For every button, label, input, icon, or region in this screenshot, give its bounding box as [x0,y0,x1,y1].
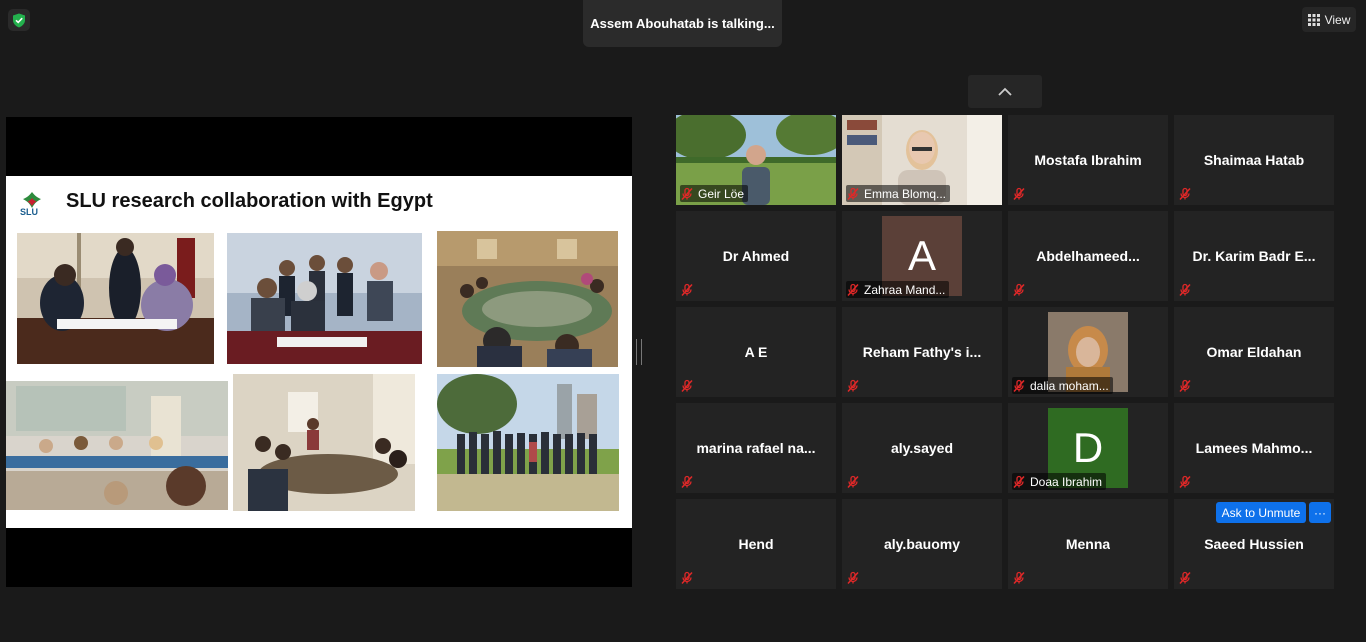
muted-mic-icon [846,379,860,393]
encryption-shield-icon[interactable] [8,9,30,31]
muted-mic-icon [680,475,694,489]
participant-label: Zahraa Mand... [864,282,946,297]
participant-name: Reham Fathy's i... [862,344,982,360]
participant-mic-status: dalia moham... [1012,377,1113,394]
participant-tile[interactable]: Dr. Karim Badr E... [1174,211,1334,301]
participant-mic-status [680,569,698,586]
participant-mic-status: Geir Löe [680,185,749,202]
participant-name: Mostafa Ibrahim [1034,152,1142,168]
participant-tile[interactable]: aly.bauomy [842,499,1002,589]
participant-tile[interactable]: Shaimaa Hatab [1174,115,1334,205]
muted-mic-icon [846,571,860,585]
participant-mic-status [846,473,864,490]
participant-mic-status [846,377,864,394]
participant-name: Menna [1065,536,1111,552]
muted-mic-icon [1012,475,1026,489]
muted-mic-icon [1178,475,1192,489]
view-button-label: View [1324,12,1351,27]
view-button[interactable]: View [1302,7,1356,32]
participant-tile[interactable]: Mostafa Ibrahim [1008,115,1168,205]
participant-name: Dr Ahmed [722,248,790,264]
participant-name: Dr. Karim Badr E... [1192,248,1316,264]
participant-name: marina rafael na... [696,440,816,456]
participant-name: Omar Eldahan [1206,344,1302,360]
muted-mic-icon [1178,379,1192,393]
slide-photo-outdoor-group [437,374,619,511]
participant-name: aly.bauomy [884,536,960,552]
more-options-button[interactable]: ··· [1309,502,1331,523]
slide-photo-signing [17,233,214,364]
participant-tile[interactable]: Lamees Mahmo... [1174,403,1334,493]
participant-tile[interactable]: Omar Eldahan [1174,307,1334,397]
participant-tile[interactable]: D Doaa Ibrahim [1008,403,1168,493]
participant-mic-status [680,377,698,394]
participant-label: Emma Blomq... [864,186,947,201]
participant-label: dalia moham... [1030,378,1109,393]
participant-tile[interactable]: Hend [676,499,836,589]
muted-mic-icon [1178,187,1192,201]
slide-title: SLU research collaboration with Egypt [66,190,433,212]
participant-mic-status [680,281,698,298]
slide-photo-panel [6,381,228,510]
participant-mic-status [846,569,864,586]
muted-mic-icon [1178,571,1192,585]
participant-mic-status: Emma Blomq... [846,185,951,202]
gallery-page-up-button[interactable] [968,75,1042,108]
participant-name: Lamees Mahmo... [1195,440,1313,456]
participant-tile[interactable]: Dr Ahmed [676,211,836,301]
participant-mic-status: Zahraa Mand... [846,281,950,298]
participant-mic-status [1012,569,1030,586]
muted-mic-icon [1012,379,1026,393]
participant-mic-status [1012,281,1030,298]
slu-logo-text: SLU [20,207,38,217]
slide-photo-meeting-signing [227,233,422,364]
participant-tile[interactable]: A Zahraa Mand... [842,211,1002,301]
muted-mic-icon [1012,283,1026,297]
participant-mic-status [1178,473,1196,490]
slide-photo-conference-room [437,231,618,367]
participant-name: aly.sayed [890,440,953,456]
shared-screen[interactable]: SLU SLU research collaboration with Egyp… [6,117,632,587]
participant-mic-status [1178,281,1196,298]
muted-mic-icon [846,475,860,489]
slide-photo-roundtable [233,374,415,511]
participant-tile[interactable]: aly.sayed [842,403,1002,493]
muted-mic-icon [1012,187,1026,201]
ask-to-unmute-button[interactable]: Ask to Unmute [1216,502,1306,523]
participant-mic-status [1012,185,1030,202]
participant-tile[interactable]: A E [676,307,836,397]
participant-label: Geir Löe [698,186,745,201]
chevron-up-icon [998,87,1012,96]
muted-mic-icon [680,379,694,393]
muted-mic-icon [680,571,694,585]
muted-mic-icon [1012,571,1026,585]
participant-mic-status [1178,185,1196,202]
participant-tile[interactable]: dalia moham... [1008,307,1168,397]
participant-tile[interactable]: Abdelhameed... [1008,211,1168,301]
participant-mic-status [1178,569,1196,586]
muted-mic-icon [846,187,860,201]
participant-name: Hend [738,536,774,552]
participant-tile[interactable]: Geir Löe [676,115,836,205]
participant-tile[interactable]: Emma Blomq... [842,115,1002,205]
participant-name: Shaimaa Hatab [1203,152,1305,168]
participant-tile[interactable]: Reham Fathy's i... [842,307,1002,397]
muted-mic-icon [680,283,694,297]
participant-name: A E [744,344,768,360]
participant-name: Abdelhameed... [1036,248,1140,264]
muted-mic-icon [680,187,694,201]
active-speaker-banner: Assem Abouhatab is talking... [583,0,782,47]
active-speaker-text: Assem Abouhatab is talking... [590,16,775,31]
muted-mic-icon [1178,283,1192,297]
participant-label: Doaa Ibrahim [1030,474,1103,489]
muted-mic-icon [846,283,860,297]
grid-icon [1307,13,1320,26]
participant-mic-status [680,473,698,490]
participant-mic-status [1178,377,1196,394]
presentation-slide: SLU SLU research collaboration with Egyp… [6,176,632,528]
participant-mic-status: Doaa Ibrahim [1012,473,1107,490]
participant-tile[interactable]: marina rafael na... [676,403,836,493]
participant-tile[interactable]: Menna [1008,499,1168,589]
panel-resize-handle[interactable] [636,339,642,365]
